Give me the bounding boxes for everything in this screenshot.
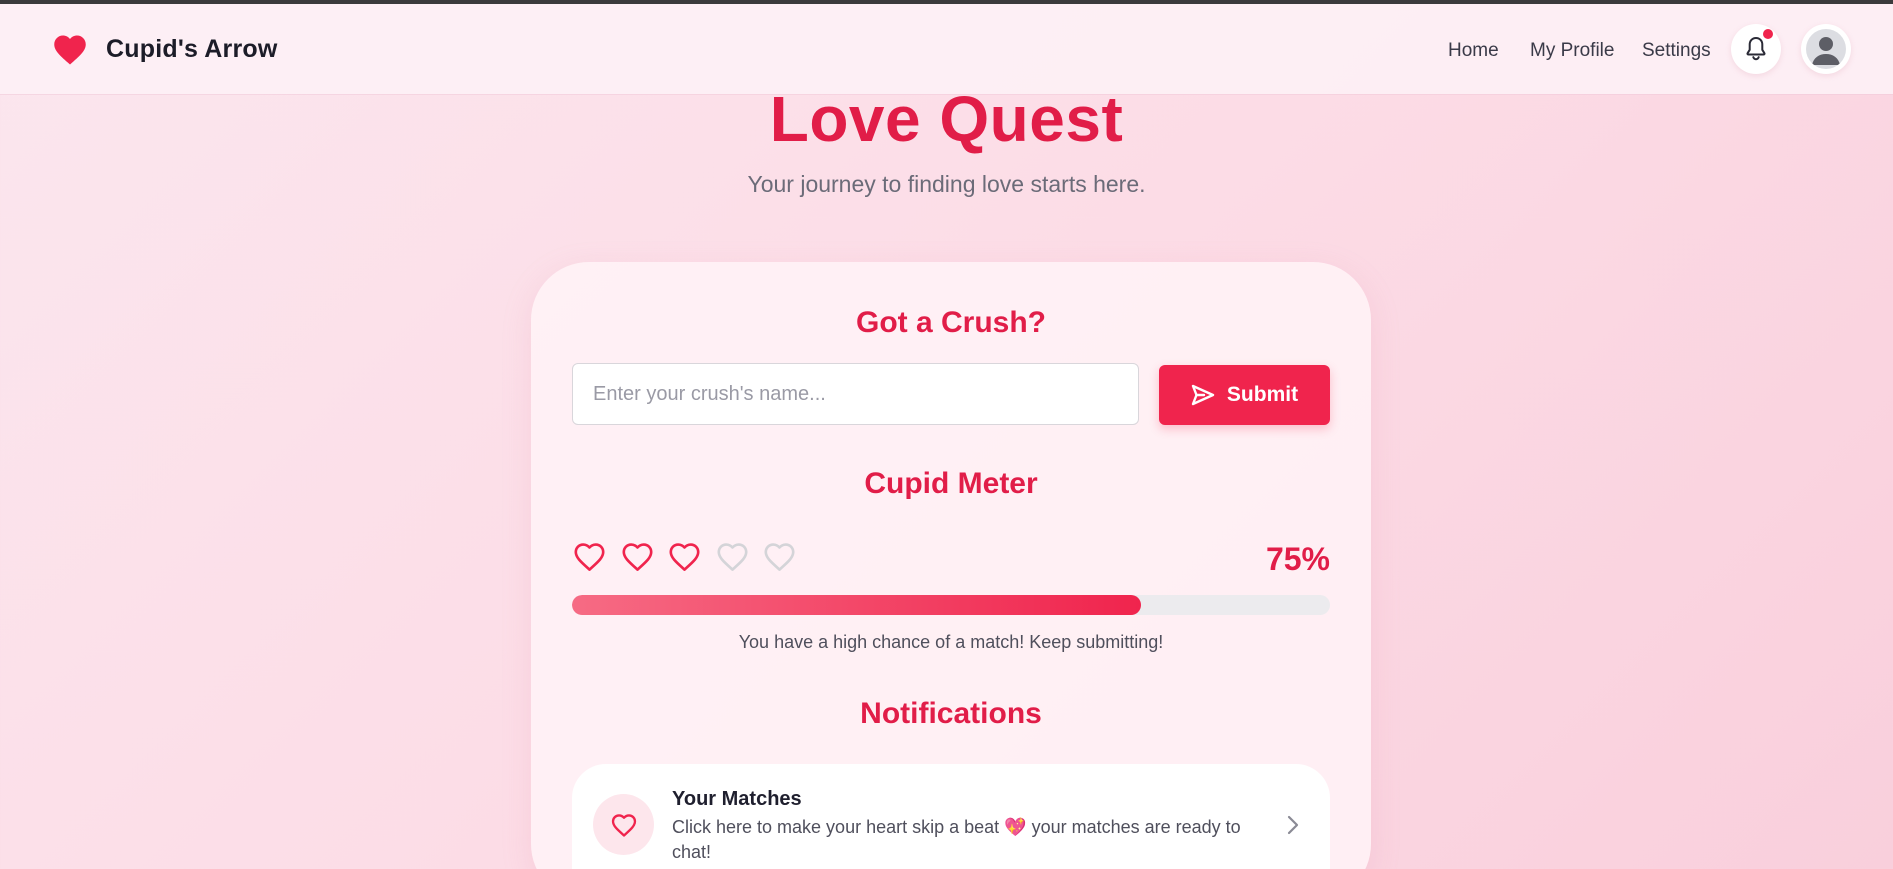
navbar: Cupid's Arrow Home My Profile Settings (0, 4, 1893, 94)
notification-body: Click here to make your heart skip a bea… (672, 817, 1241, 862)
heart-icon (611, 813, 636, 837)
love-quest-card: Got a Crush? Submit Cupid Meter 75% You … (531, 262, 1371, 869)
heart-icon (54, 35, 86, 65)
submit-label: Submit (1226, 383, 1299, 406)
heart-filled-icon (574, 543, 605, 571)
cupid-meter-title: Cupid Meter (864, 467, 1038, 500)
chevron-right-icon (1287, 815, 1299, 835)
heart-empty-icon (764, 543, 795, 571)
page-subtitle: Your journey to finding love starts here… (747, 171, 1146, 197)
heart-filled-icon (621, 543, 653, 571)
crush-name-input[interactable] (572, 363, 1139, 425)
bell-icon (1746, 37, 1766, 61)
submit-button[interactable]: Submit (1159, 365, 1330, 425)
brand-name: Cupid's Arrow (106, 34, 278, 63)
nav-link-home[interactable]: Home (1448, 40, 1500, 62)
heart-filled-icon (669, 543, 700, 571)
notifications-button[interactable] (1731, 24, 1781, 74)
heart-empty-icon (716, 543, 748, 571)
nav-link-settings[interactable]: Settings (1642, 40, 1712, 62)
brand[interactable]: Cupid's Arrow (52, 32, 278, 66)
user-avatar-icon (1806, 29, 1846, 69)
unread-dot (1763, 29, 1773, 39)
meter-hearts (572, 540, 810, 573)
send-icon (1191, 384, 1215, 406)
notification-item-matches[interactable]: Your Matches Click here to make your hea… (572, 764, 1330, 869)
notification-title: Your Matches (672, 788, 802, 810)
profile-avatar-button[interactable] (1801, 24, 1851, 74)
meter-message: You have a high chance of a match! Keep … (738, 632, 1164, 652)
nav-links: Home My Profile Settings (1448, 40, 1742, 62)
notifications-title: Notifications (860, 697, 1042, 730)
crush-section-title: Got a Crush? (855, 306, 1046, 339)
page-title: Love Quest (769, 83, 1124, 155)
meter-percent: 75% (1265, 541, 1330, 577)
meter-progress-bar (572, 595, 1330, 615)
meter-progress-fill (572, 595, 1141, 615)
nav-link-my-profile[interactable]: My Profile (1530, 40, 1614, 62)
notification-icon-badge (593, 794, 654, 855)
